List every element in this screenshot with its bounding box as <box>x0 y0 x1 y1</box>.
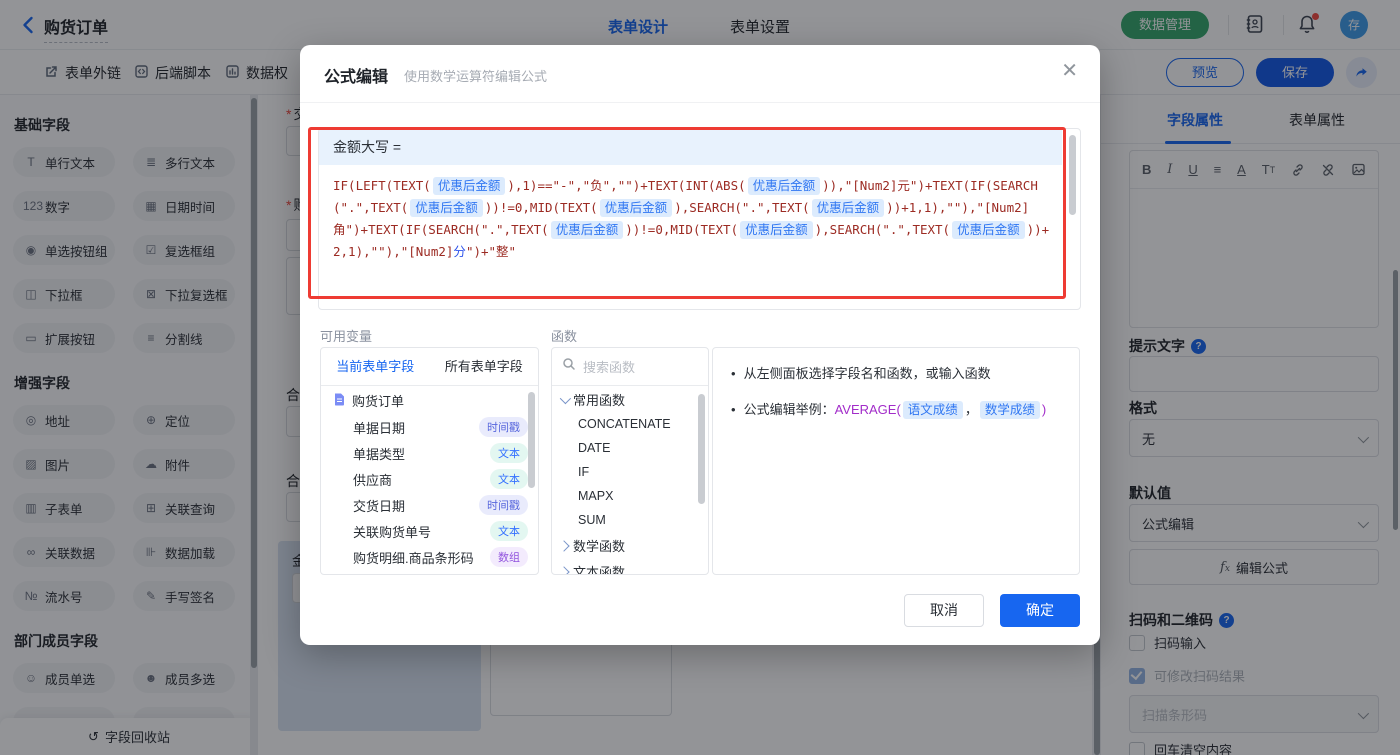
function-group-label: 数学函数 <box>573 538 626 554</box>
formula-token: ")+"整" <box>465 244 517 259</box>
variable-tab[interactable]: 所有表单字段 <box>430 348 539 385</box>
search-placeholder: 搜索函数 <box>583 360 636 375</box>
formula-edit-dialog: 公式编辑 使用数学运算符编辑公式 ✕ 金额大写 = IF(LEFT(TEXT(优… <box>300 45 1100 645</box>
formula-expression[interactable]: IF(LEFT(TEXT(优惠后金额),1)=="-","负","")+TEXT… <box>319 165 1080 273</box>
tip-token: 从左侧面板选择字段名和函数，或输入函数 <box>743 366 991 381</box>
tip-line: • 公式编辑举例：AVERAGE(语文成绩，数学成绩) <box>731 400 1061 420</box>
tree-root-row[interactable]: 购货订单 <box>321 386 538 414</box>
function-item[interactable]: MAPX <box>552 484 708 508</box>
variable-label: 单据类型 <box>353 446 406 462</box>
variable-row[interactable] <box>321 570 538 574</box>
tip-token: 公式编辑举例： <box>743 402 835 417</box>
variable-label: 购货明细.商品条形码 <box>353 550 474 566</box>
variable-label: 单据日期 <box>353 420 406 436</box>
tip-text: 公式编辑举例：AVERAGE(语文成绩，数学成绩) <box>743 400 1047 420</box>
function-item[interactable]: IF <box>552 460 708 484</box>
dialog-header: 公式编辑 使用数学运算符编辑公式 ✕ <box>300 45 1100 103</box>
field-chip[interactable]: 优惠后金额 <box>599 199 673 217</box>
document-icon <box>333 392 346 409</box>
functions-panel: 搜索函数 常用函数 CONCATENATE DATE IF MAPX SUM 数学函数文本函… <box>551 347 709 575</box>
tips-panel: • 从左侧面板选择字段名和函数，或输入函数 • 公式编辑举例：AVERAGE(语文成绩… <box>712 347 1080 575</box>
variable-label: 供应商 <box>353 472 393 488</box>
function-group[interactable]: 常用函数 <box>552 386 708 412</box>
functions-scrollbar[interactable] <box>698 394 705 504</box>
variable-type-badge: 文本 <box>490 443 528 463</box>
formula-target-field: 金额大写 = <box>319 129 1062 165</box>
variable-row[interactable]: 购货明细.商品条形码 数组 <box>321 544 538 570</box>
function-search[interactable]: 搜索函数 <box>552 348 708 386</box>
formula-token: ))!=0,MID(TEXT( <box>484 200 598 215</box>
field-chip[interactable]: 优惠后金额 <box>410 199 483 217</box>
formula-token: ),1)=="-","负","")+TEXT(INT(ABS( <box>507 178 746 193</box>
formula-token: 分 <box>453 244 466 259</box>
chevron-right-icon <box>558 564 570 574</box>
field-chip[interactable]: 优惠后金额 <box>432 177 506 195</box>
variable-type-badge: 时间戳 <box>479 495 528 515</box>
close-icon[interactable]: ✕ <box>1061 61 1078 81</box>
formula-scrollbar[interactable] <box>1069 135 1076 215</box>
tip-token: ， <box>964 402 978 417</box>
confirm-button[interactable]: 确定 <box>1000 594 1080 627</box>
bullet-icon: • <box>731 366 736 381</box>
functions-section-label: 函数 <box>551 329 578 344</box>
formula-editor[interactable]: 金额大写 = IF(LEFT(TEXT(优惠后金额),1)=="-","负","… <box>318 128 1081 310</box>
dialog-subtitle: 使用数学运算符编辑公式 <box>404 69 548 84</box>
field-chip[interactable]: 优惠后金额 <box>811 199 885 217</box>
field-chip[interactable]: 优惠后金额 <box>550 221 624 239</box>
function-item[interactable]: DATE <box>552 436 708 460</box>
field-chip: 语文成绩 <box>902 401 963 419</box>
function-group[interactable]: 文本函数 <box>552 558 708 575</box>
variable-row[interactable]: 供应商 文本 <box>321 466 538 492</box>
function-group[interactable]: 数学函数 <box>552 532 708 558</box>
formula-token: IF(LEFT(TEXT( <box>333 178 431 193</box>
chevron-down-icon <box>559 392 572 407</box>
dialog-title: 公式编辑 <box>324 69 389 86</box>
variables-scrollbar[interactable] <box>528 392 535 488</box>
variable-label: 关联购货单号 <box>353 524 432 540</box>
tree-root-label: 购货订单 <box>352 393 405 409</box>
variables-section-label: 可用变量 <box>320 329 373 344</box>
field-chip[interactable]: 优惠后金额 <box>740 221 813 239</box>
variable-label: 交货日期 <box>353 498 406 514</box>
function-item[interactable]: SUM <box>552 508 708 532</box>
chevron-right-icon <box>558 538 570 553</box>
variable-row[interactable]: 单据类型 文本 <box>321 440 538 466</box>
tip-token: AVERAGE( <box>834 402 901 417</box>
function-group-label: 常用函数 <box>573 392 626 408</box>
formula-token: ))!=0,MID(TEXT( <box>625 222 739 237</box>
field-chip: 数学成绩 <box>979 401 1040 419</box>
cancel-button[interactable]: 取消 <box>904 594 984 627</box>
tip-line: • 从左侧面板选择字段名和函数，或输入函数 <box>731 364 1061 384</box>
bullet-icon: • <box>731 402 736 417</box>
variable-tab[interactable]: 当前表单字段 <box>321 348 430 385</box>
variable-type-badge: 文本 <box>490 469 528 489</box>
variable-tabs: 当前表单字段 所有表单字段 <box>321 348 538 386</box>
variable-type-badge: 文本 <box>490 521 528 541</box>
variable-type-badge: 时间戳 <box>479 417 528 437</box>
field-chip[interactable]: 优惠后金额 <box>952 221 1025 239</box>
tip-text: 从左侧面板选择字段名和函数，或输入函数 <box>744 364 991 384</box>
function-group-label: 文本函数 <box>573 564 626 575</box>
app-screen: 购货订单 表单设计 表单设置 数据管理 存 表单外链 后端脚本 数据权 预览 保… <box>0 0 1400 755</box>
variable-row[interactable]: 关联购货单号 文本 <box>321 518 538 544</box>
variable-type-badge: 数组 <box>490 547 528 567</box>
formula-token: ),SEARCH(".",TEXT( <box>674 200 810 215</box>
function-item[interactable]: CONCATENATE <box>552 412 708 436</box>
tip-token: ) <box>1041 402 1047 417</box>
variables-panel: 当前表单字段 所有表单字段 购货订单 单据日期 时间戳 单据类型 文本 供应商 文本 交货日期… <box>320 347 539 575</box>
formula-token: ),SEARCH(".",TEXT( <box>814 222 951 237</box>
search-icon <box>562 357 576 376</box>
field-chip[interactable]: 优惠后金额 <box>747 177 821 195</box>
variable-row[interactable]: 单据日期 时间戳 <box>321 414 538 440</box>
variable-row[interactable]: 交货日期 时间戳 <box>321 492 538 518</box>
